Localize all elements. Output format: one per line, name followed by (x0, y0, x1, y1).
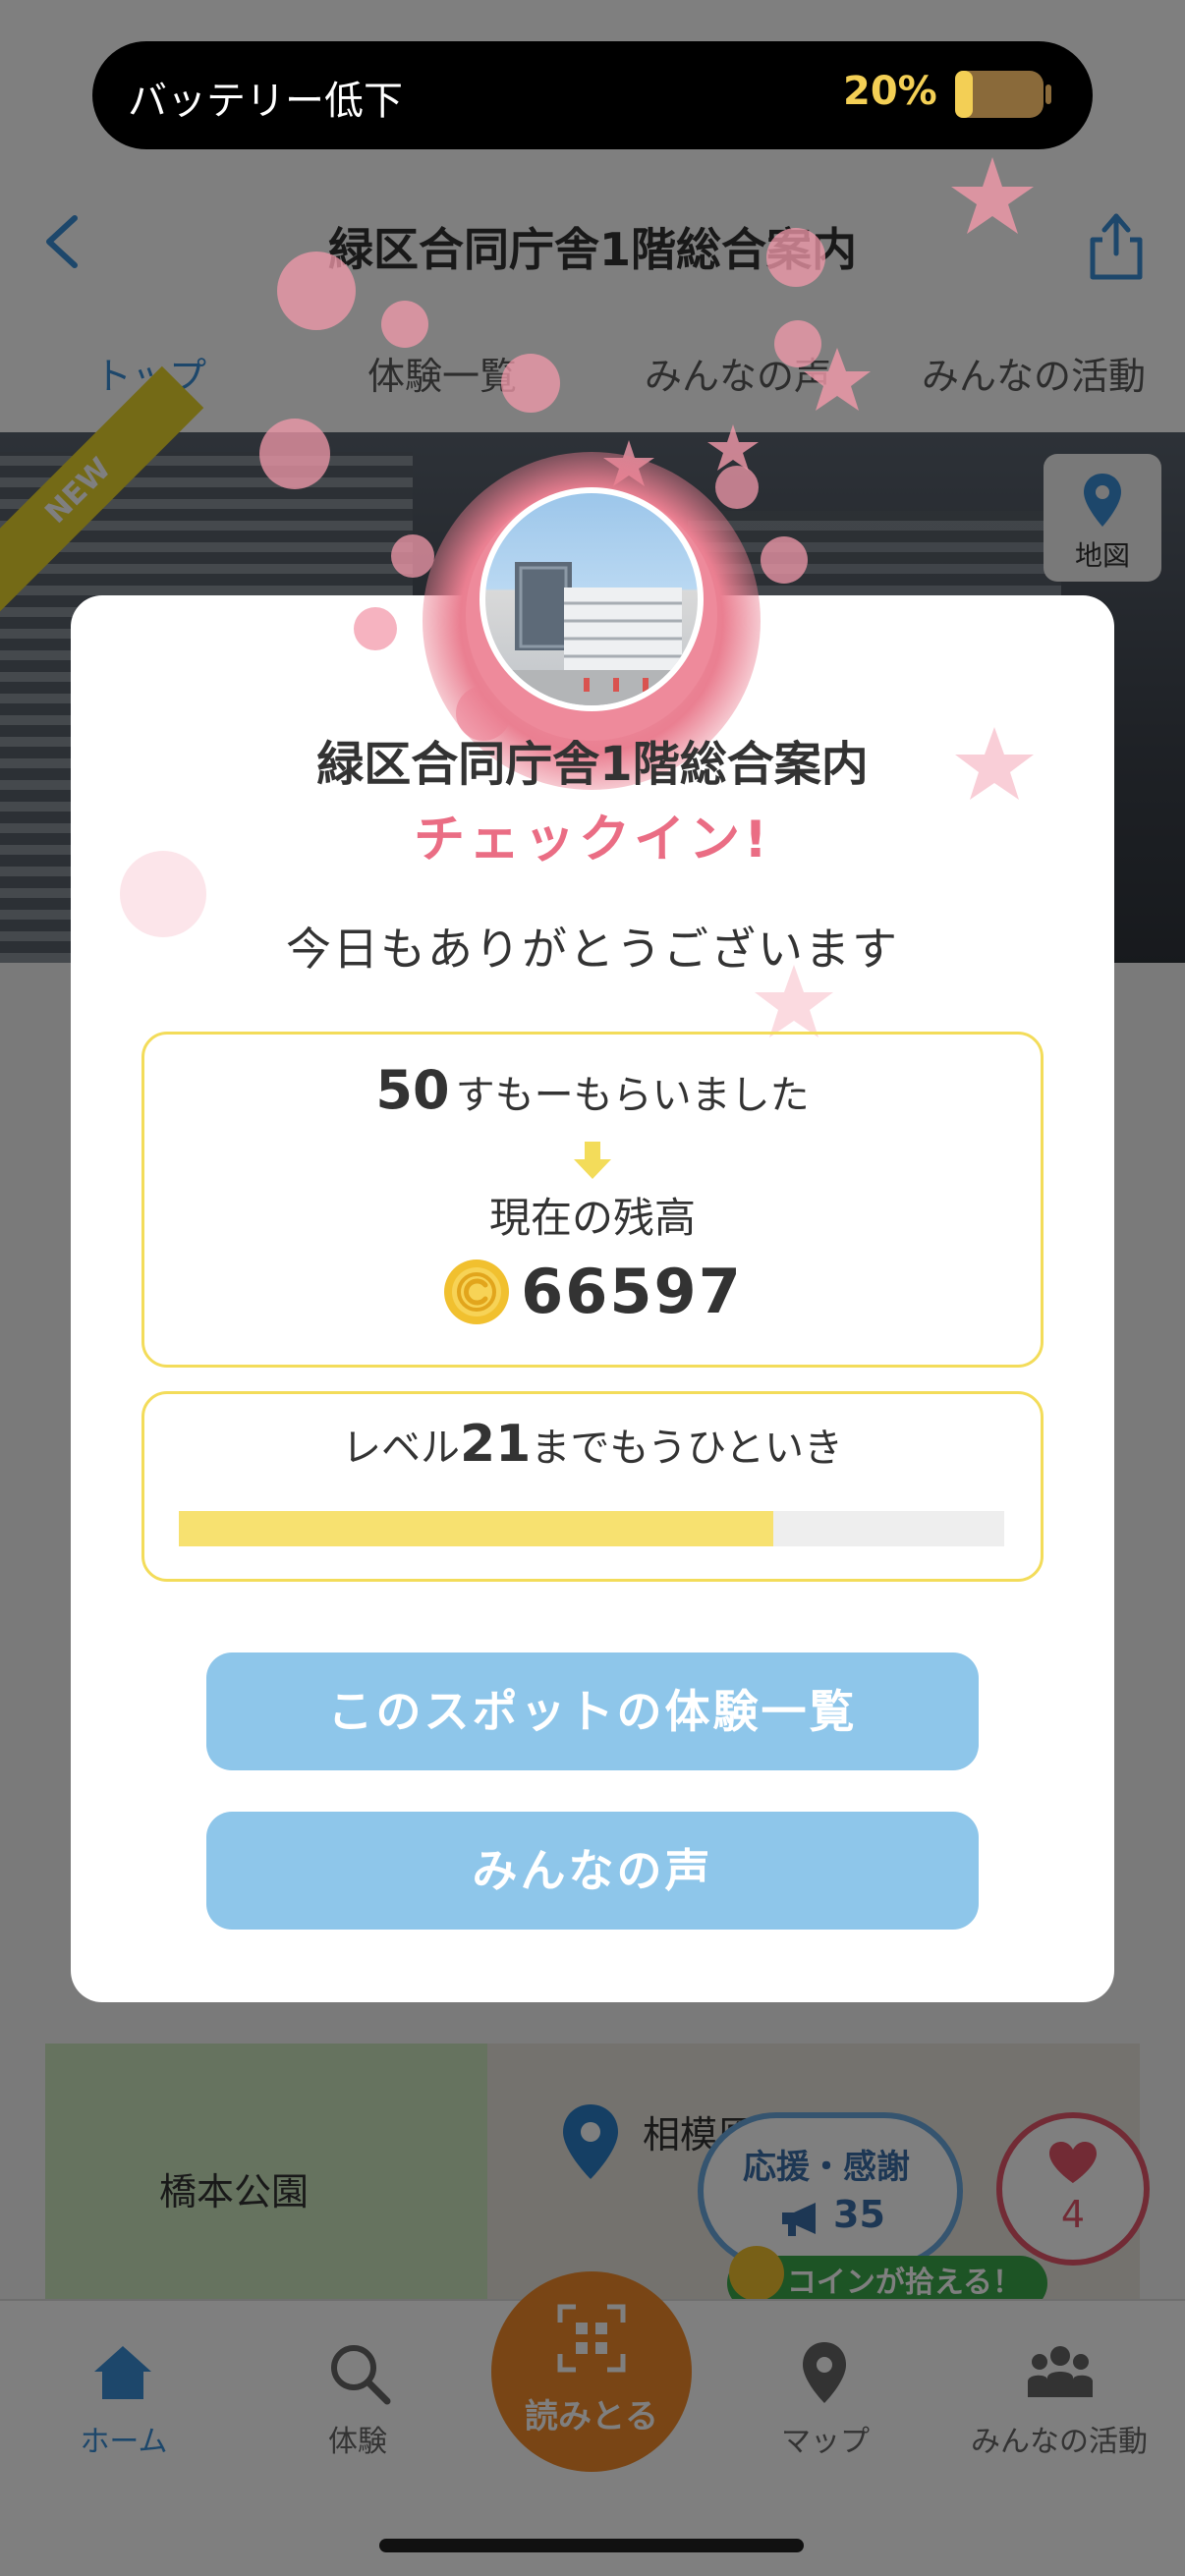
balance-label: 現在の残高 (488, 1194, 696, 1242)
coin-icon (444, 1259, 510, 1324)
spot-experiences-button[interactable]: このスポットの体験一覧 (206, 1652, 979, 1770)
home-indicator[interactable] (379, 2539, 804, 2552)
battery-icon (955, 71, 1051, 118)
level-progress-fill (179, 1511, 773, 1546)
reward-line: 50 すもーもらいました (141, 1059, 1044, 1121)
voices-button[interactable]: みんなの声 (206, 1812, 979, 1930)
reward-amount: 50 (375, 1059, 450, 1121)
level-progress-bar (179, 1511, 1004, 1546)
balance-value: 66597 (521, 1256, 743, 1327)
battery-percent: 20% (843, 69, 937, 114)
low-battery-label: バッテリー低下 (128, 79, 403, 124)
checkin-title: チェックイン! (414, 811, 771, 869)
building-image (485, 562, 698, 705)
reward-text: すもーもらいました (455, 1073, 810, 1118)
arrow-down-icon (574, 1142, 611, 1179)
balance-row: 66597 (141, 1256, 1044, 1327)
spot-photo (480, 487, 704, 711)
level-prefix: レベル (342, 1426, 460, 1471)
level-number: 21 (460, 1415, 532, 1474)
thanks-message: 今日もありがとうございます (286, 923, 899, 976)
level-suffix: までもうひといき (531, 1426, 843, 1471)
level-line: レベル21までもうひといき (141, 1415, 1044, 1474)
modal-spot-name: 緑区合同庁舎1階総合案内 (316, 737, 869, 792)
